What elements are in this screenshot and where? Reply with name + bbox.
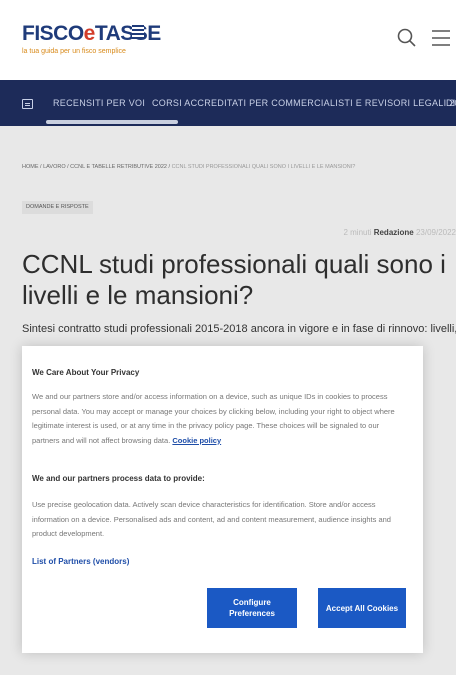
consent-text: We and our partners store and/or access … [32, 390, 404, 448]
logo-e: e [83, 22, 96, 45]
nav-link-recensiti[interactable]: RECENSITI PER VOI [53, 98, 145, 108]
article-title: CCNL studi professionali quali sono i li… [22, 249, 446, 310]
logo-tasse: TASSE [94, 22, 161, 45]
breadcrumb-current: CCNL STUDI PROFESSIONALI QUALI SONO I LI… [171, 164, 356, 170]
read-time: 2 minuti [343, 228, 372, 237]
byline: 2 minuti Redazione 23/09/2022 [343, 228, 456, 237]
search-icon[interactable] [396, 27, 418, 49]
logo-flag-icon [132, 25, 144, 39]
publish-date: 23/09/2022 [415, 228, 456, 237]
list-icon[interactable] [22, 99, 33, 109]
hamburger-menu-icon[interactable] [430, 27, 452, 49]
author-link[interactable]: Redazione [374, 228, 414, 237]
consent-title: We Care About Your Privacy [32, 368, 140, 377]
logo-tagline: la tua guida per un fisco semplice [22, 48, 126, 55]
breadcrumb: HOME / LAVORO / CCNL E TABELLE RETRIBUTI… [22, 164, 355, 170]
breadcrumb-path: HOME / LAVORO / CCNL E TABELLE RETRIBUTI… [22, 164, 172, 170]
logo-fisco: FISCO [22, 22, 84, 45]
consent-purposes-title: We and our partners process data to prov… [32, 474, 205, 483]
nav-scroll-indicator[interactable] [46, 120, 178, 124]
partners-link[interactable]: List of Partners (vendors) [32, 557, 129, 566]
consent-purposes-text: Use precise geolocation data. Actively s… [32, 500, 391, 538]
accept-all-cookies-button[interactable]: Accept All Cookies [318, 588, 406, 628]
site-header: FISCOeTASSE la tua guida per un fisco se… [0, 0, 456, 80]
category-tag[interactable]: DOMANDE E RISPOSTE [22, 201, 93, 214]
article-subtitle: Sintesi contratto studi professionali 20… [22, 323, 456, 335]
cookie-policy-link[interactable]: Cookie policy [172, 436, 221, 445]
nav-link-corsi[interactable]: CORSI ACCREDITATI PER COMMERCIALISTI E R… [152, 98, 456, 108]
configure-preferences-button[interactable]: Configure Preferences [207, 588, 297, 628]
nav-link-more[interactable]: DI [446, 98, 456, 108]
consent-banner: We Care About Your Privacy We and our pa… [22, 346, 423, 653]
